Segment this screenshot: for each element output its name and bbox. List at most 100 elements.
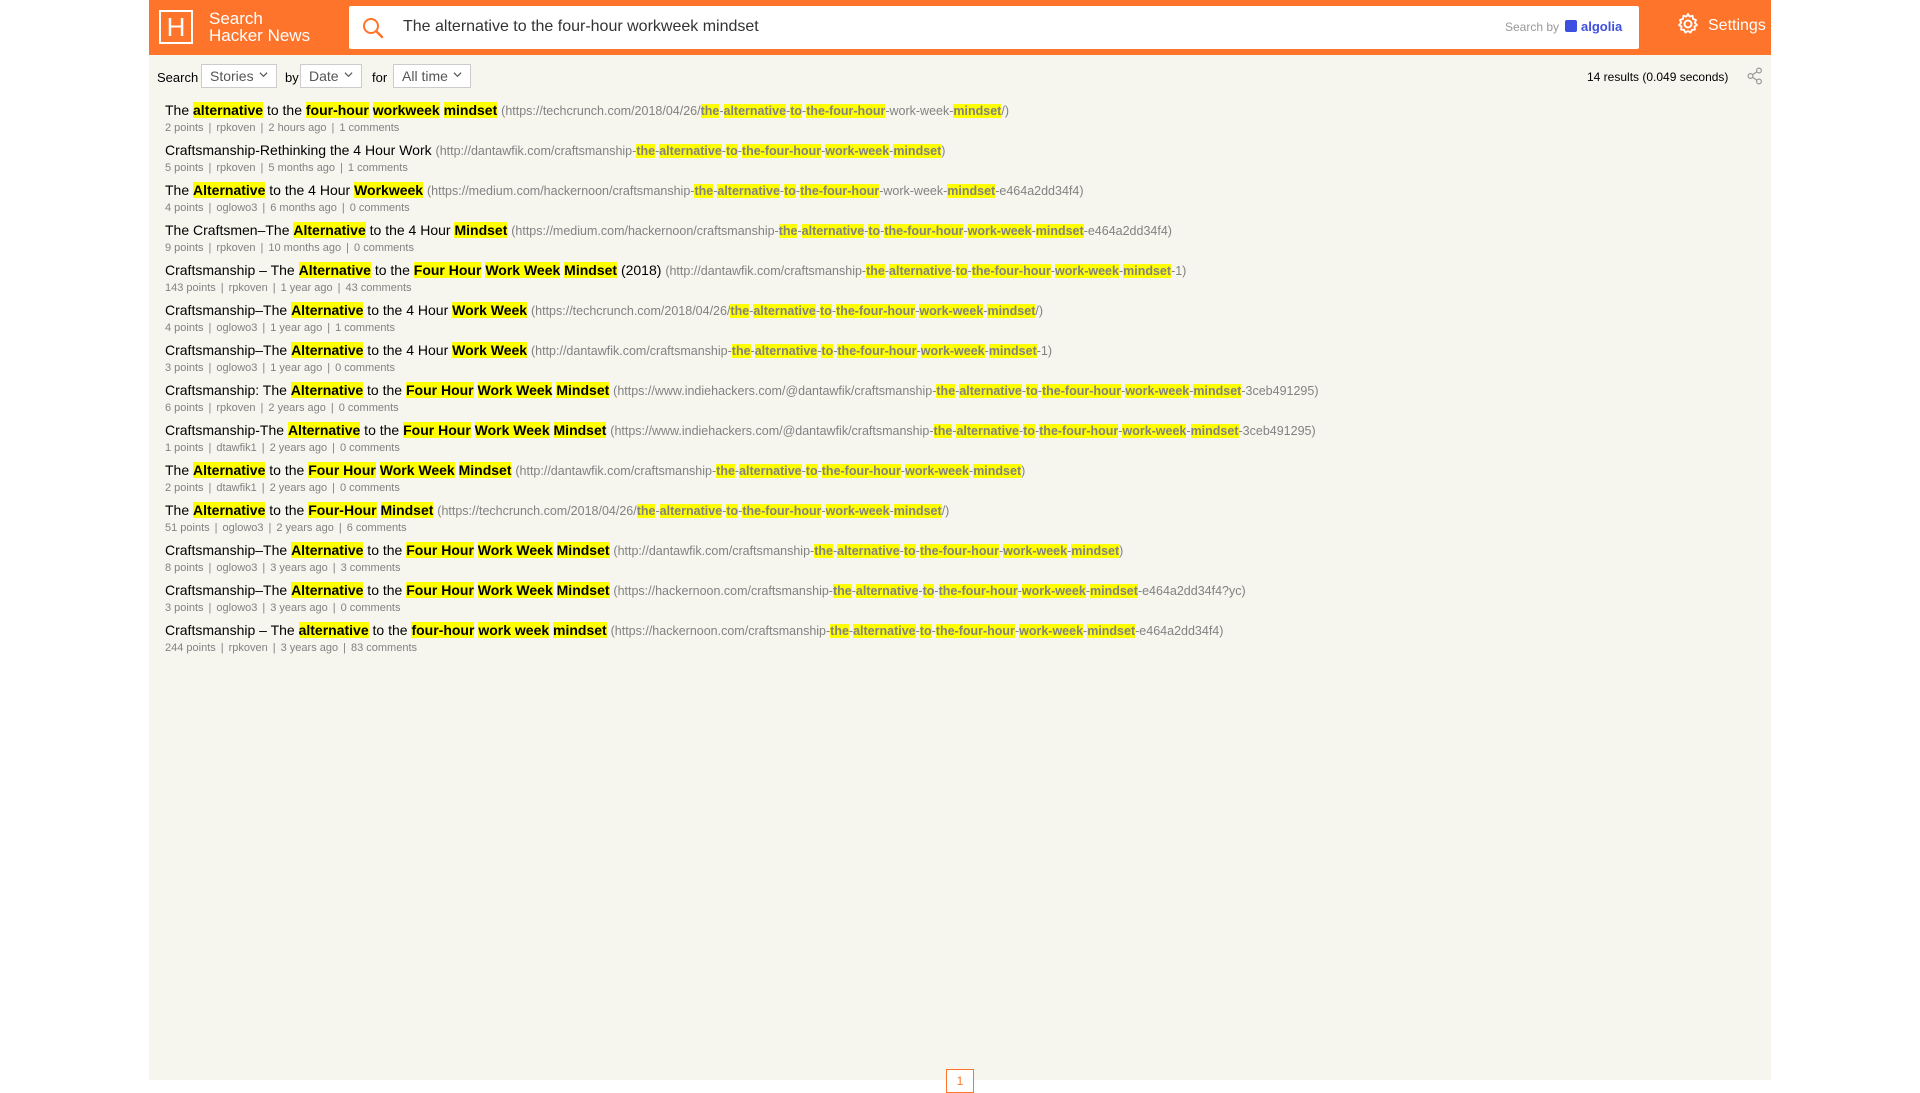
story-time[interactable]: 2 hours ago [268,122,326,134]
story-author[interactable]: rpkoven [216,242,255,254]
story-type-select[interactable]: Stories [201,64,277,88]
story-author[interactable]: rpkoven [216,402,255,414]
story-points[interactable]: 4 points [165,202,204,214]
site-title[interactable]: Search Hacker News [209,10,310,44]
story-url-link[interactable]: (https://medium.com/hackernoon/craftsman… [511,224,1172,238]
meta-separator: | [208,122,212,134]
date-range-select[interactable]: All time [393,64,471,88]
story-title-link[interactable]: Craftsmanship-Rethinking the 4 Hour Work [165,142,432,158]
story-comments[interactable]: 0 comments [350,202,410,214]
story-points[interactable]: 9 points [165,242,204,254]
algolia-link[interactable]: algolia [1565,19,1622,34]
story-author[interactable]: oglowo3 [216,202,257,214]
story-title-link[interactable]: Craftsmanship–The Alternative to the Fou… [165,542,610,558]
story-points[interactable]: 244 points [165,642,216,654]
story-title-link[interactable]: The Alternative to the Four Hour Work We… [165,462,512,478]
story-points[interactable]: 4 points [165,322,204,334]
story-url-link[interactable]: (http://dantawfik.com/craftsmanship-the-… [665,264,1186,278]
story-url-link[interactable]: (http://dantawfik.com/craftsmanship-the-… [436,144,945,158]
story-author[interactable]: oglowo3 [216,562,257,574]
story-comments[interactable]: 0 comments [354,242,414,254]
story-title-link[interactable]: Craftsmanship – The Alternative to the F… [165,262,661,278]
story-title-link[interactable]: Craftsmanship-The Alternative to the Fou… [165,422,607,438]
story-author[interactable]: dtawfik1 [216,482,256,494]
story-title-link[interactable]: The Craftsmen–The Alternative to the 4 H… [165,222,508,238]
story-url-link[interactable]: (https://techcrunch.com/2018/04/26/the-a… [531,304,1043,318]
story-author[interactable]: dtawfik1 [216,442,256,454]
result-item: The alternative to the four-hour workwee… [165,101,1755,141]
story-author[interactable]: oglowo3 [216,362,257,374]
story-title-link[interactable]: Craftsmanship: The Alternative to the Fo… [165,382,610,398]
story-points[interactable]: 2 points [165,482,204,494]
search-term-highlight: mindset [1123,264,1172,278]
story-url-link[interactable]: (https://medium.com/hackernoon/craftsman… [427,184,1084,198]
result-title-line: The alternative to the four-hour workwee… [165,101,1755,120]
story-comments[interactable]: 0 comments [335,362,395,374]
story-comments[interactable]: 1 comments [348,162,408,174]
story-title-link[interactable]: The Alternative to the 4 Hour Workweek [165,182,424,198]
story-url-link[interactable]: (http://dantawfik.com/craftsmanship-the-… [515,464,1025,478]
story-points[interactable]: 2 points [165,122,204,134]
story-comments[interactable]: 83 comments [351,642,417,654]
story-comments[interactable]: 3 comments [341,562,401,574]
story-url-link[interactable]: (https://techcrunch.com/2018/04/26/the-a… [501,104,1009,118]
hn-logo[interactable]: H [159,10,193,44]
story-points[interactable]: 5 points [165,162,204,174]
story-comments[interactable]: 0 comments [340,482,400,494]
story-points[interactable]: 3 points [165,602,204,614]
story-comments[interactable]: 1 comments [335,322,395,334]
story-comments[interactable]: 1 comments [339,122,399,134]
story-url-link[interactable]: (https://www.indiehackers.com/@dantawfik… [613,384,1319,398]
story-time[interactable]: 3 years ago [270,562,327,574]
story-title-link[interactable]: Craftsmanship–The Alternative to the Fou… [165,582,610,598]
pagination-page-1[interactable]: 1 [946,1069,974,1093]
story-time[interactable]: 1 year ago [270,362,322,374]
story-author[interactable]: oglowo3 [223,522,264,534]
story-title-link[interactable]: Craftsmanship – The alternative to the f… [165,622,607,638]
story-author[interactable]: oglowo3 [216,322,257,334]
story-url-link[interactable]: (http://dantawfik.com/craftsmanship-the-… [531,344,1052,358]
story-points[interactable]: 1 points [165,442,204,454]
story-comments[interactable]: 6 comments [347,522,407,534]
story-comments[interactable]: 0 comments [340,442,400,454]
story-title-link[interactable]: Craftsmanship–The Alternative to the 4 H… [165,302,528,318]
story-time[interactable]: 3 years ago [270,602,327,614]
story-title-link[interactable]: The Alternative to the Four-Hour Mindset [165,502,434,518]
story-time[interactable]: 10 months ago [268,242,341,254]
story-author[interactable]: oglowo3 [216,602,257,614]
story-comments[interactable]: 0 comments [341,602,401,614]
search-term-highlight: Workweek [354,182,424,198]
story-time[interactable]: 2 years ago [276,522,333,534]
story-author[interactable]: rpkoven [216,122,255,134]
story-author[interactable]: rpkoven [229,282,268,294]
story-title-link[interactable]: The alternative to the four-hour workwee… [165,102,498,118]
search-input[interactable] [403,13,1403,41]
meta-separator: | [208,402,212,414]
sort-select[interactable]: Date [300,64,362,88]
story-points[interactable]: 51 points [165,522,210,534]
story-url-link[interactable]: (https://hackernoon.com/craftsmanship-th… [613,584,1246,598]
story-comments[interactable]: 0 comments [339,402,399,414]
story-time[interactable]: 1 year ago [281,282,333,294]
story-url-link[interactable]: (https://techcrunch.com/2018/04/26/the-a… [437,504,949,518]
share-icon[interactable] [1747,67,1763,85]
story-author[interactable]: rpkoven [216,162,255,174]
story-time[interactable]: 2 years ago [270,442,327,454]
story-url-link[interactable]: (https://hackernoon.com/craftsmanship-th… [611,624,1223,638]
story-title-link[interactable]: Craftsmanship–The Alternative to the 4 H… [165,342,528,358]
story-points[interactable]: 6 points [165,402,204,414]
story-time[interactable]: 2 years ago [268,402,325,414]
search-term-highlight: Mindset [458,462,512,478]
story-time[interactable]: 6 months ago [270,202,337,214]
story-time[interactable]: 1 year ago [270,322,322,334]
story-points[interactable]: 8 points [165,562,204,574]
story-time[interactable]: 5 months ago [268,162,335,174]
story-time[interactable]: 3 years ago [281,642,338,654]
story-comments[interactable]: 43 comments [345,282,411,294]
story-url-link[interactable]: (http://dantawfik.com/craftsmanship-the-… [613,544,1123,558]
story-author[interactable]: rpkoven [229,642,268,654]
story-points[interactable]: 143 points [165,282,216,294]
story-points[interactable]: 3 points [165,362,204,374]
story-url-link[interactable]: (https://www.indiehackers.com/@dantawfik… [610,424,1316,438]
story-time[interactable]: 2 years ago [270,482,327,494]
